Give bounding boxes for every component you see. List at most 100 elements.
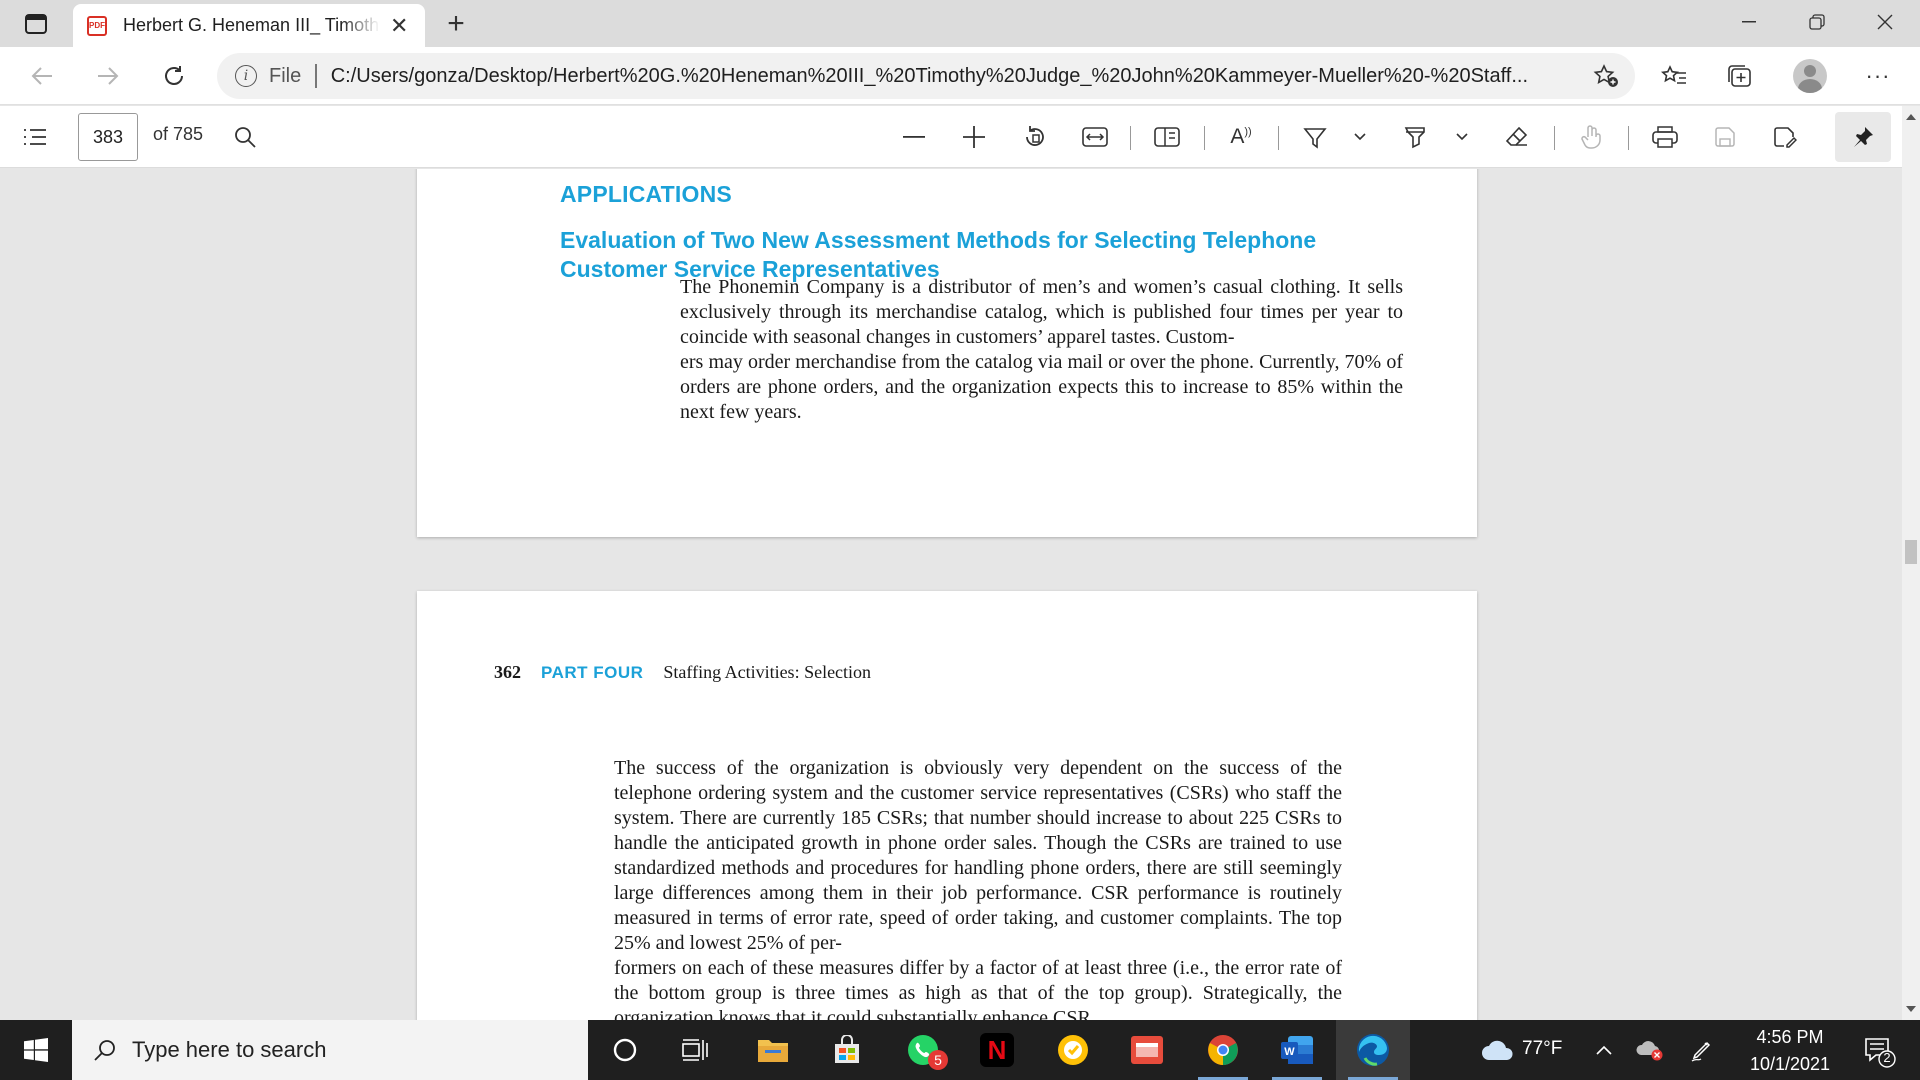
pin-toolbar-button[interactable]: [1835, 112, 1891, 162]
taskbar-search[interactable]: Type here to search: [72, 1020, 588, 1080]
store-icon: [835, 1035, 859, 1063]
highlight-options-dropdown[interactable]: [1348, 118, 1372, 156]
rotate-button[interactable]: [1016, 118, 1054, 156]
part-title: Staffing Activities: Selection: [663, 662, 872, 682]
netflix-button[interactable]: N: [960, 1020, 1034, 1080]
profile-button[interactable]: [1790, 56, 1830, 96]
file-explorer-button[interactable]: [736, 1020, 810, 1080]
contents-list-icon: [24, 129, 46, 145]
restore-button[interactable]: [1784, 0, 1850, 44]
edge-button[interactable]: [1336, 1020, 1410, 1080]
word-button[interactable]: W: [1260, 1020, 1334, 1080]
norton-button[interactable]: [1036, 1020, 1110, 1080]
scroll-up-arrow-icon[interactable]: [1906, 114, 1916, 120]
fit-to-width-button[interactable]: [1076, 118, 1114, 156]
url-text[interactable]: C:/Users/gonza/Desktop/Herbert%20G.%20He…: [331, 65, 1551, 88]
minus-icon: [903, 136, 925, 138]
touch-writing-button[interactable]: [1572, 118, 1610, 156]
tab-actions-button[interactable]: [16, 8, 56, 40]
restore-icon: [1809, 14, 1825, 30]
taskbar-clock[interactable]: 4:56 PM 10/1/2021: [1722, 1024, 1858, 1078]
address-divider: [315, 64, 317, 88]
start-button[interactable]: [0, 1020, 72, 1080]
close-window-button[interactable]: [1852, 0, 1918, 44]
save-as-button[interactable]: [1766, 118, 1804, 156]
erase-button[interactable]: [1498, 118, 1536, 156]
toolbar-divider: [1628, 126, 1629, 150]
minimize-button[interactable]: [1716, 0, 1782, 44]
task-view-icon: [682, 1039, 708, 1061]
notification-count: 2: [1883, 1050, 1891, 1065]
collections-icon: [1728, 65, 1751, 87]
add-favorite-button[interactable]: [1591, 61, 1621, 91]
scrollbar-thumb[interactable]: [1905, 540, 1917, 564]
toolbar-divider: [1204, 126, 1205, 150]
highlight-button[interactable]: [1296, 118, 1334, 156]
collections-button[interactable]: [1720, 56, 1760, 96]
highlighter-icon: [1303, 128, 1327, 149]
pdf-toolbar: 383 of 785 A)): [0, 106, 1920, 168]
read-aloud-button[interactable]: A)): [1222, 118, 1260, 156]
chevron-up-icon: [1596, 1045, 1612, 1055]
pdf-viewer[interactable]: APPLICATIONS Evaluation of Two New Asses…: [0, 169, 1902, 1020]
read-aloud-icon: A)): [1230, 125, 1252, 148]
avatar: [1793, 59, 1827, 93]
word-icon: W: [1281, 1036, 1313, 1064]
draw-button[interactable]: [1396, 118, 1434, 156]
print-button[interactable]: [1646, 118, 1684, 156]
pen-workspace-icon: [1691, 1041, 1711, 1062]
refresh-button[interactable]: [154, 56, 194, 96]
address-bar[interactable]: i File C:/Users/gonza/Desktop/Herbert%20…: [217, 53, 1635, 99]
new-tab-button[interactable]: +: [438, 6, 474, 42]
draw-options-dropdown[interactable]: [1450, 118, 1474, 156]
page-view-button[interactable]: [1148, 118, 1186, 156]
back-button[interactable]: [22, 56, 62, 96]
settings-more-button[interactable]: ···: [1858, 56, 1898, 96]
title-bar: PDF Herbert G. Heneman III_ Timothy Judg…: [0, 0, 1920, 47]
browser-tab-active[interactable]: PDF Herbert G. Heneman III_ Timothy Judg…: [73, 4, 425, 47]
cloud-icon: [1482, 1040, 1513, 1060]
eraser-icon: [1505, 126, 1528, 146]
cortana-button[interactable]: [588, 1020, 662, 1080]
page-number-input[interactable]: 383: [78, 113, 138, 161]
forward-button[interactable]: [88, 56, 128, 96]
tab-close-icon[interactable]: ✕: [388, 13, 412, 39]
section-heading: APPLICATIONS: [560, 181, 732, 207]
zoom-out-button[interactable]: [895, 118, 933, 156]
scroll-down-arrow-icon[interactable]: [1906, 1006, 1916, 1012]
scheme-label: File: [269, 64, 302, 87]
action-center-button[interactable]: 2: [1860, 1032, 1896, 1068]
chrome-button[interactable]: [1186, 1020, 1260, 1080]
remote-desktop-button[interactable]: [1110, 1020, 1184, 1080]
weather-temperature[interactable]: 77°F: [1522, 1038, 1562, 1060]
rotate-icon: [1026, 126, 1044, 146]
clock-date: 10/1/2021: [1749, 1054, 1831, 1074]
pen-workspace-button[interactable]: [1680, 1020, 1724, 1080]
find-button[interactable]: [226, 118, 264, 156]
page-number: 362: [494, 662, 521, 682]
info-icon[interactable]: i: [235, 65, 257, 87]
onedrive-status-button[interactable]: [1628, 1020, 1672, 1080]
cortana-icon: [613, 1038, 637, 1062]
tab-title: Herbert G. Heneman III_ Timothy Judge_ J…: [123, 15, 380, 35]
weather-widget[interactable]: [1472, 1020, 1524, 1080]
microsoft-store-button[interactable]: [810, 1020, 884, 1080]
folder-icon: [758, 1040, 788, 1062]
task-view-button[interactable]: [658, 1020, 732, 1080]
table-of-contents-button[interactable]: [16, 118, 54, 156]
plus-icon: [963, 126, 985, 148]
forward-arrow-icon: [98, 67, 119, 85]
star-add-icon: [1593, 64, 1618, 87]
favorites-button[interactable]: [1654, 56, 1694, 96]
show-hidden-icons-button[interactable]: [1584, 1020, 1624, 1080]
whatsapp-button[interactable]: 5: [886, 1020, 960, 1080]
toolbar-divider: [1130, 126, 1131, 150]
vertical-scrollbar[interactable]: [1902, 106, 1920, 1020]
save-as-icon: [1774, 127, 1797, 148]
body-paragraph: The Phonemin Company is a distributor of…: [680, 276, 1403, 423]
minimize-icon: [1742, 21, 1756, 23]
save-button[interactable]: [1706, 118, 1744, 156]
search-placeholder: Type here to search: [132, 1037, 327, 1062]
zoom-in-button[interactable]: [955, 118, 993, 156]
save-icon: [1715, 127, 1735, 147]
